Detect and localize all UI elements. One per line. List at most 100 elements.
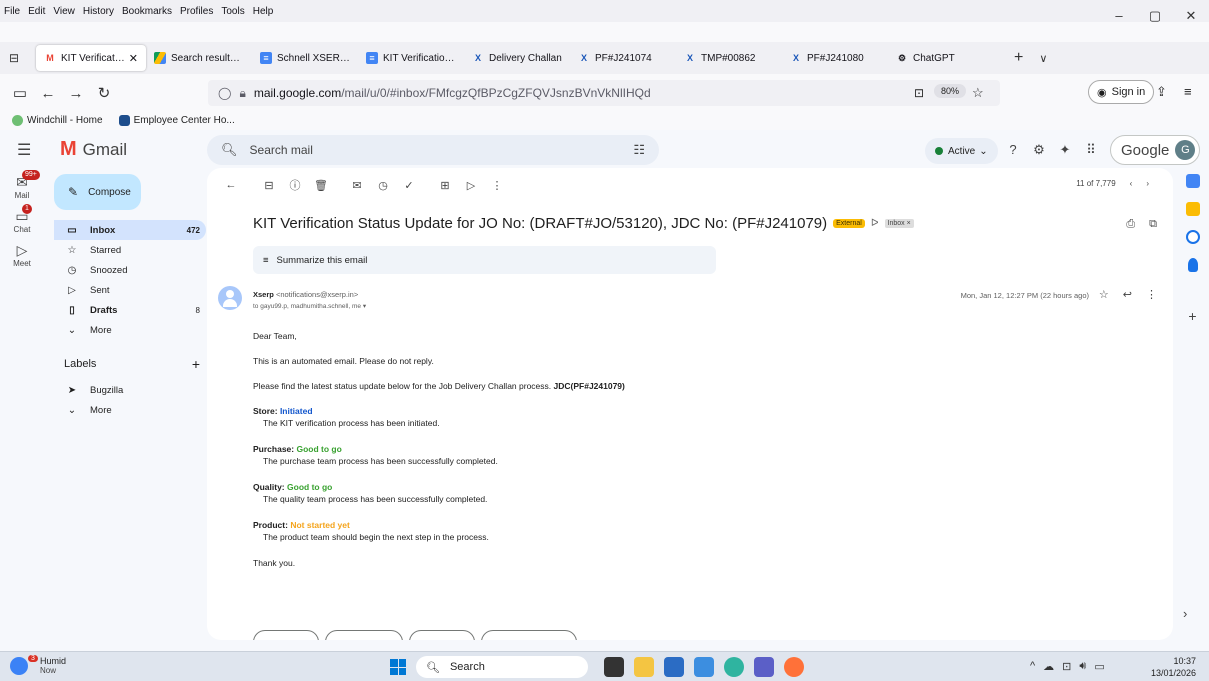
- clock[interactable]: 10:37 13/01/2026: [1144, 655, 1196, 679]
- emoji-react-button[interactable]: [481, 630, 577, 640]
- tab-delivery-challan[interactable]: X Delivery Challan: [464, 45, 570, 71]
- more-vert-icon[interactable]: ⋮: [1146, 288, 1157, 301]
- rail-meet[interactable]: ▷ Meet: [0, 242, 44, 268]
- tab-pfj241074[interactable]: X PF#J241074: [570, 45, 676, 71]
- tab-kit-verification[interactable]: M KIT Verification ✕: [36, 45, 146, 71]
- sidebar-item-snoozed[interactable]: ◷ Snoozed: [54, 260, 206, 280]
- reply-all-button[interactable]: [325, 630, 403, 640]
- extensions-icon[interactable]: ⇪: [1156, 84, 1167, 100]
- firefox-icon[interactable]: [784, 657, 804, 677]
- sidebar-item-sent[interactable]: ▷ Sent: [54, 280, 206, 300]
- back-arrow-icon[interactable]: ←: [219, 179, 243, 191]
- menu-view[interactable]: View: [53, 6, 75, 17]
- sender-name[interactable]: Xserp: [253, 290, 274, 299]
- weather-widget[interactable]: 3 Humid Now: [10, 654, 66, 675]
- close-icon[interactable]: ✕: [129, 52, 138, 65]
- tab-tmp00862[interactable]: X TMP#00862: [676, 45, 782, 71]
- importance-icon[interactable]: ᐅ: [871, 218, 879, 229]
- recipients[interactable]: to gayu99.p, madhumitha.schnell, me ▾: [253, 302, 366, 310]
- chevron-up-icon[interactable]: ^: [1030, 660, 1035, 673]
- tab-chatgpt[interactable]: ⚙ ChatGPT: [888, 45, 994, 71]
- inbox-label-chip[interactable]: Inbox ×: [884, 219, 914, 228]
- sender-avatar[interactable]: [218, 286, 242, 310]
- windows-start-icon[interactable]: [390, 659, 406, 675]
- add-addon-plus-icon[interactable]: +: [1176, 308, 1209, 324]
- gmail-logo[interactable]: M Gmail: [60, 138, 127, 161]
- tab-search-results[interactable]: Search results - G: [146, 45, 252, 71]
- settings-gear-icon[interactable]: ⚙: [1026, 142, 1052, 158]
- prev-message-icon[interactable]: ‹: [1130, 179, 1133, 188]
- taskbar-search[interactable]: 🔍︎ Search: [416, 656, 588, 678]
- volume-icon[interactable]: 🔊︎: [1079, 660, 1086, 673]
- url-bar[interactable]: ◯ 🔒︎ mail.google.com/mail/u/0/#inbox/FMf…: [208, 80, 1000, 106]
- sidebar-item-more[interactable]: ⌄ More: [54, 320, 206, 340]
- menu-tools[interactable]: Tools: [221, 6, 244, 17]
- print-icon[interactable]: ⎙: [1126, 218, 1135, 231]
- menu-history[interactable]: History: [83, 6, 114, 17]
- delete-icon[interactable]: 🗑︎: [309, 179, 333, 192]
- menu-help[interactable]: Help: [253, 6, 274, 17]
- sidebar-item-inbox[interactable]: ▭ Inbox 472: [54, 220, 206, 240]
- reply-icon[interactable]: ↩: [1123, 288, 1132, 301]
- bookmark-employee-center[interactable]: Employee Center Ho...: [118, 114, 243, 126]
- maximize-button[interactable]: ▢: [1137, 8, 1173, 24]
- menu-profiles[interactable]: Profiles: [180, 6, 213, 17]
- google-account-button[interactable]: Google G: [1110, 135, 1201, 165]
- menu-file[interactable]: File: [4, 6, 20, 17]
- edge-icon[interactable]: [724, 657, 744, 677]
- label-as-icon[interactable]: ▷: [459, 179, 483, 192]
- task-view-icon[interactable]: [604, 657, 624, 677]
- tab-list-icon[interactable]: ⊟: [0, 51, 28, 65]
- forward-button[interactable]: [409, 630, 475, 640]
- add-label-plus-icon[interactable]: +: [192, 356, 200, 372]
- main-menu-icon[interactable]: ☰: [17, 140, 31, 160]
- store-icon[interactable]: [664, 657, 684, 677]
- menu-bookmarks[interactable]: Bookmarks: [122, 6, 172, 17]
- tasks-icon[interactable]: [1185, 230, 1200, 244]
- tab-kit-verification-doc[interactable]: ≡ KIT Verification - J: [358, 45, 464, 71]
- open-new-window-icon[interactable]: ⧉: [1149, 218, 1157, 231]
- sidebar-item-labels-more[interactable]: ⌄ More: [54, 400, 206, 420]
- sidebar-item-starred[interactable]: ☆ Starred: [54, 240, 206, 260]
- sign-in-button[interactable]: ◉ Sign in: [1088, 80, 1155, 104]
- menu-hamburger-icon[interactable]: ≡: [1184, 84, 1192, 99]
- file-explorer-icon[interactable]: [634, 657, 654, 677]
- new-tab-plus-icon[interactable]: +: [1014, 49, 1023, 67]
- network-icon[interactable]: ⊡: [1062, 660, 1071, 673]
- report-spam-icon[interactable]: ⓘ: [283, 177, 307, 193]
- cloud-icon[interactable]: ☁: [1043, 660, 1054, 673]
- reload-icon[interactable]: ↻: [90, 84, 118, 102]
- add-task-icon[interactable]: ✓: [397, 179, 421, 192]
- search-input[interactable]: Search mail: [250, 143, 313, 157]
- search-bar[interactable]: 🔍︎ Search mail ☷: [207, 135, 659, 165]
- battery-icon[interactable]: ▭: [1094, 660, 1104, 673]
- compose-button[interactable]: ✎ Compose: [54, 174, 141, 210]
- more-vert-icon[interactable]: ⋮: [485, 179, 509, 192]
- menu-edit[interactable]: Edit: [28, 6, 45, 17]
- sidebar-toggle-icon[interactable]: ▭: [6, 84, 34, 102]
- apps-grid-icon[interactable]: ⠿: [1078, 142, 1104, 158]
- gemini-sparkle-icon[interactable]: ✦: [1052, 142, 1078, 158]
- move-to-icon[interactable]: ⊞: [433, 179, 457, 192]
- reader-view-icon[interactable]: ⊡: [914, 86, 924, 100]
- tab-pfj241080[interactable]: X PF#J241080: [782, 45, 888, 71]
- bookmark-star-icon[interactable]: ☆: [972, 85, 984, 101]
- teams-icon[interactable]: [754, 657, 774, 677]
- minimize-button[interactable]: –: [1101, 8, 1137, 24]
- rail-chat[interactable]: ▭ 1 Chat: [0, 204, 44, 234]
- help-icon[interactable]: ?: [1000, 142, 1026, 158]
- snooze-icon[interactable]: ◷: [371, 179, 395, 192]
- reply-button[interactable]: [253, 630, 319, 640]
- mark-unread-icon[interactable]: ✉: [345, 179, 369, 192]
- sidebar-item-bugzilla[interactable]: ➤ Bugzilla: [54, 380, 206, 400]
- status-pill[interactable]: Active ⌄: [925, 138, 998, 164]
- zoom-level[interactable]: 80%: [934, 84, 967, 98]
- sidebar-item-drafts[interactable]: ▯ Drafts 8: [54, 300, 206, 320]
- tab-schnell-xserp[interactable]: ≡ Schnell XSERP - K: [252, 45, 358, 71]
- search-icon[interactable]: 🔍︎: [221, 142, 238, 158]
- search-options-icon[interactable]: ☷: [633, 142, 645, 158]
- calendar-icon[interactable]: [1185, 174, 1200, 188]
- app-icon[interactable]: [694, 657, 714, 677]
- summarize-button[interactable]: ≡ Summarize this email: [253, 246, 716, 274]
- chevron-down-icon[interactable]: ∨: [1039, 52, 1047, 65]
